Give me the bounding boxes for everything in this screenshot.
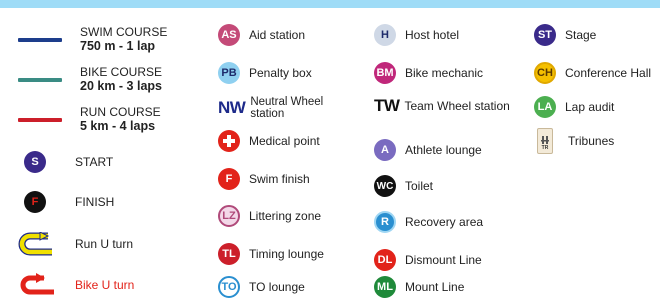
- legend-start: S START: [24, 151, 113, 173]
- mount-line-icon: ML: [374, 276, 396, 298]
- bike-course-label: BIKE COURSE: [80, 65, 163, 79]
- bike-mechanic-label: Bike mechanic: [405, 65, 484, 80]
- team-wheel-icon: TW: [374, 96, 400, 115]
- littering-zone-icon: LZ: [218, 205, 240, 227]
- legend-lap-audit: LA Lap audit: [534, 96, 614, 118]
- run-u-turn-icon: [18, 232, 52, 256]
- host-hotel-icon: H: [374, 24, 396, 46]
- legend-aid-station: AS Aid station: [218, 24, 305, 46]
- legend-littering-zone: LZ Littering zone: [218, 205, 321, 227]
- lap-audit-label: Lap audit: [565, 99, 615, 114]
- to-lounge-label: TO lounge: [249, 279, 305, 294]
- penalty-box-label: Penalty box: [249, 65, 312, 80]
- legend-timing-lounge: TL Timing lounge: [218, 243, 324, 265]
- legend-tribunes: TR Tribunes: [537, 128, 614, 154]
- athlete-lounge-label: Athlete lounge: [405, 142, 482, 157]
- dismount-line-icon: DL: [374, 249, 396, 271]
- conference-hall-icon: CH: [534, 62, 556, 84]
- tribunes-code: TR: [541, 145, 549, 151]
- bike-u-turn-icon: [20, 273, 54, 295]
- legend-run-course: RUN COURSE 5 km - 4 laps: [18, 106, 161, 133]
- bike-course-detail: 20 km - 3 laps: [80, 79, 162, 93]
- start-icon: S: [24, 151, 46, 173]
- medical-point-label: Medical point: [249, 133, 320, 148]
- legend-toilet: WC Toilet: [374, 175, 433, 197]
- legend-mount-line: ML Mount Line: [374, 276, 464, 298]
- legend-run-u-turn: Run U turn: [18, 232, 133, 256]
- legend-finish: F FINISH: [24, 191, 114, 213]
- bike-u-turn-label: Bike U turn: [75, 277, 135, 292]
- finish-label: FINISH: [75, 194, 115, 209]
- finish-icon: F: [24, 191, 46, 213]
- neutral-wheel-label: Neutral Wheel station: [250, 96, 324, 120]
- team-wheel-label: Team Wheel station: [404, 98, 510, 113]
- legend-athlete-lounge: A Athlete lounge: [374, 139, 482, 161]
- swim-course-label: SWIM COURSE: [80, 25, 168, 39]
- mount-line-label: Mount Line: [405, 279, 465, 294]
- bike-mechanic-icon: BM: [374, 62, 396, 84]
- toilet-icon: WC: [374, 175, 396, 197]
- legend-bike-course: BIKE COURSE 20 km - 3 laps: [18, 66, 162, 93]
- bike-course-line: [18, 77, 62, 82]
- timing-lounge-icon: TL: [218, 243, 240, 265]
- lap-audit-icon: LA: [534, 96, 556, 118]
- run-course-detail: 5 km - 4 laps: [80, 119, 156, 133]
- run-u-turn-label: Run U turn: [75, 236, 134, 251]
- legend-medical-point: Medical point: [218, 130, 320, 152]
- run-course-label: RUN COURSE: [80, 105, 161, 119]
- littering-zone-label: Littering zone: [249, 208, 322, 223]
- legend-neutral-wheel-station: NW Neutral Wheel station: [218, 96, 330, 120]
- recovery-area-label: Recovery area: [405, 214, 484, 229]
- neutral-wheel-icon: NW: [218, 98, 246, 117]
- to-lounge-icon: TO: [218, 276, 240, 298]
- stage-icon: ST: [534, 24, 556, 46]
- legend-swim-course: SWIM COURSE 750 m - 1 lap: [18, 26, 167, 53]
- legend-conference-hall: CH Conference Hall: [534, 62, 651, 84]
- athlete-lounge-icon: A: [374, 139, 396, 161]
- legend-penalty-box: PB Penalty box: [218, 62, 312, 84]
- legend-recovery-area: R Recovery area: [374, 211, 483, 233]
- tribunes-icon: TR: [537, 128, 553, 154]
- host-hotel-label: Host hotel: [405, 27, 460, 42]
- medical-cross-icon: [218, 130, 240, 152]
- start-label: START: [75, 154, 114, 169]
- swim-finish-icon: F: [218, 168, 240, 190]
- legend-to-lounge: TO TO lounge: [218, 276, 305, 298]
- map-legend: SWIM COURSE 750 m - 1 lap BIKE COURSE 20…: [0, 8, 660, 300]
- tribunes-label: Tribunes: [568, 133, 615, 148]
- legend-dismount-line: DL Dismount Line: [374, 249, 482, 271]
- swim-course-detail: 750 m - 1 lap: [80, 39, 156, 53]
- dismount-line-label: Dismount Line: [405, 252, 482, 267]
- penalty-box-icon: PB: [218, 62, 240, 84]
- legend-swim-finish: F Swim finish: [218, 168, 310, 190]
- legend-bike-u-turn: Bike U turn: [18, 273, 134, 297]
- swim-finish-label: Swim finish: [249, 171, 310, 186]
- aid-station-icon: AS: [218, 24, 240, 46]
- stage-label: Stage: [565, 27, 597, 42]
- toilet-label: Toilet: [405, 178, 434, 193]
- recovery-area-icon: R: [374, 211, 396, 233]
- swim-course-line: [18, 37, 62, 42]
- run-course-line: [18, 117, 62, 122]
- timing-lounge-label: Timing lounge: [249, 246, 324, 261]
- legend-host-hotel: H Host hotel: [374, 24, 459, 46]
- aid-station-label: Aid station: [249, 27, 306, 42]
- legend-team-wheel-station: TW Team Wheel station: [374, 96, 510, 116]
- legend-bike-mechanic: BM Bike mechanic: [374, 62, 483, 84]
- legend-stage: ST Stage: [534, 24, 596, 46]
- conference-hall-label: Conference Hall: [565, 65, 652, 80]
